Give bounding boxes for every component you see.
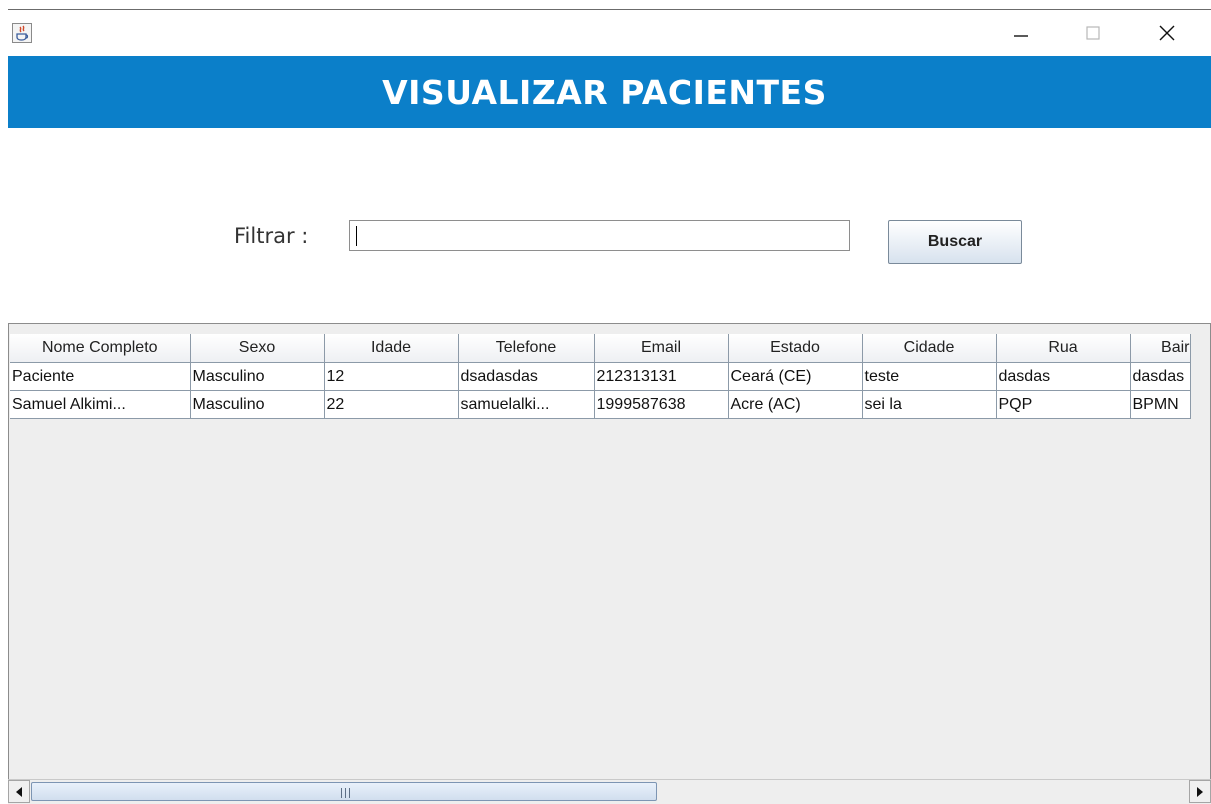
java-app-icon (12, 23, 32, 43)
column-header-idade[interactable]: Idade (324, 334, 459, 363)
column-header-rua[interactable]: Rua (996, 334, 1131, 363)
table-cell[interactable]: Paciente (10, 362, 191, 391)
table-cell[interactable]: 1999587638 (594, 390, 729, 419)
table-cell[interactable]: Ceará (CE) (728, 362, 863, 391)
column-header-estado[interactable]: Estado (728, 334, 863, 363)
filter-label: Filtrar : (234, 224, 309, 248)
table-cell[interactable]: teste (862, 362, 997, 391)
table-row[interactable]: Samuel Alkimi... Masculino 22 samuelalki… (10, 390, 1191, 419)
table-cell[interactable]: dsadasdas (458, 362, 595, 391)
maximize-button[interactable] (1070, 10, 1116, 56)
scrollbar-thumb[interactable] (31, 782, 657, 801)
column-header-email[interactable]: Email (594, 334, 729, 363)
column-header-cidade[interactable]: Cidade (862, 334, 997, 363)
minimize-button[interactable] (998, 10, 1044, 56)
scroll-right-button[interactable] (1189, 780, 1211, 803)
table-cell[interactable]: samuelalki... (458, 390, 595, 419)
page-header: VISUALIZAR PACIENTES (8, 56, 1211, 128)
column-header-sexo[interactable]: Sexo (190, 334, 325, 363)
arrow-right-icon (1197, 786, 1203, 797)
table-cell[interactable]: 22 (324, 390, 459, 419)
table-cell[interactable]: BPMN (1130, 390, 1191, 419)
table-cell[interactable]: PQP (996, 390, 1131, 419)
scroll-left-button[interactable] (8, 780, 30, 803)
table-header-row: Nome Completo Sexo Idade Telefone Email … (10, 334, 1191, 363)
page-title: VISUALIZAR PACIENTES (382, 72, 827, 112)
table-cell[interactable]: dasdas (1130, 362, 1191, 391)
text-caret (356, 226, 357, 246)
table-cell[interactable]: 212313131 (594, 362, 729, 391)
table-cell[interactable]: dasdas (996, 362, 1131, 391)
minimize-icon (1014, 35, 1028, 37)
maximize-icon (1086, 26, 1100, 40)
close-button[interactable] (1144, 10, 1190, 56)
search-button[interactable]: Buscar (888, 220, 1022, 264)
close-icon (1159, 25, 1175, 41)
table-cell[interactable]: Masculino (190, 390, 325, 419)
column-header-bairro[interactable]: Bair (1130, 334, 1191, 363)
table-cell[interactable]: Samuel Alkimi... (10, 390, 191, 419)
arrow-left-icon (16, 786, 22, 797)
horizontal-scrollbar[interactable] (8, 779, 1211, 804)
title-bar[interactable] (8, 10, 1211, 56)
filter-input[interactable] (349, 220, 850, 251)
grip-icon (341, 788, 350, 798)
table-row[interactable]: Paciente Masculino 12 dsadasdas 21231313… (10, 362, 1191, 391)
table-cell[interactable]: 12 (324, 362, 459, 391)
table-cell[interactable]: sei la (862, 390, 997, 419)
column-header-nome[interactable]: Nome Completo (10, 334, 191, 363)
column-header-telefone[interactable]: Telefone (458, 334, 595, 363)
patients-table-viewport[interactable]: Nome Completo Sexo Idade Telefone Email … (8, 323, 1211, 803)
patients-table: Nome Completo Sexo Idade Telefone Email … (10, 334, 1191, 419)
table-cell[interactable]: Masculino (190, 362, 325, 391)
table-cell[interactable]: Acre (AC) (728, 390, 863, 419)
